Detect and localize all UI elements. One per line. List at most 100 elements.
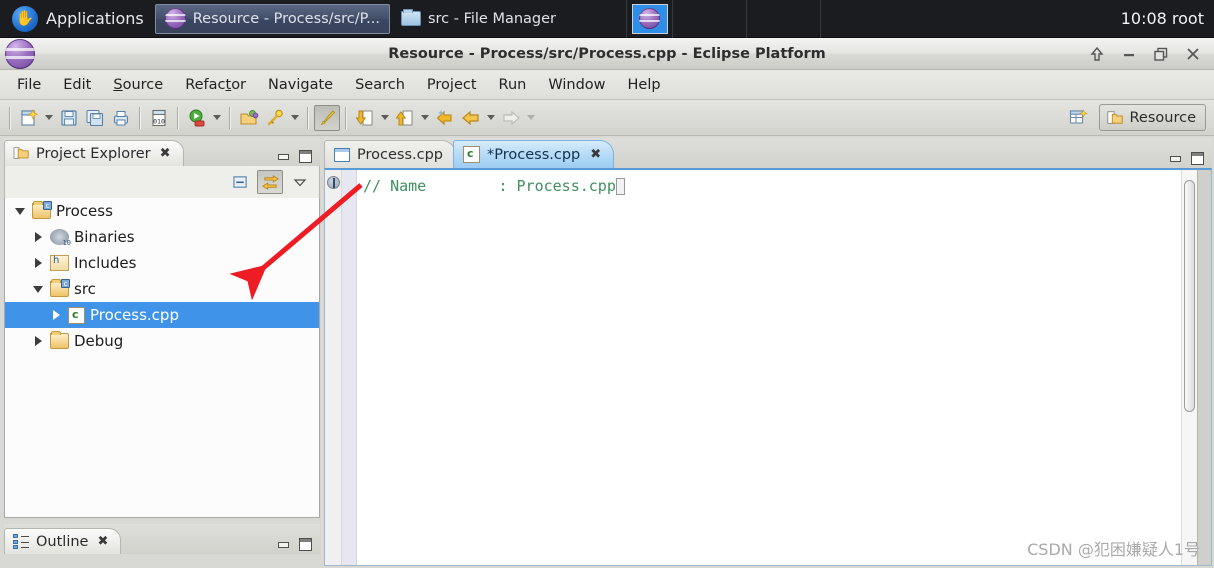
taskbar-window-eclipse[interactable]: Resource - Process/src/P... <box>154 3 390 34</box>
twisty-closed-icon[interactable] <box>49 310 63 320</box>
menu-navigate[interactable]: Navigate <box>259 74 342 96</box>
overview-ruler[interactable] <box>1197 170 1211 565</box>
outline-view: Outline ✖ <box>4 524 320 566</box>
menu-refactor[interactable]: Refactor <box>176 74 255 96</box>
chevron-down-icon[interactable] <box>287 170 313 194</box>
up-arrow-icon[interactable] <box>1088 45 1106 63</box>
save-icon[interactable] <box>56 105 82 131</box>
up-arrow-doc-dropdown-icon[interactable] <box>418 105 432 131</box>
down-arrow-doc-icon[interactable] <box>352 105 378 131</box>
collapse-all-icon[interactable] <box>227 170 253 194</box>
menu-run[interactable]: Run <box>490 74 536 96</box>
perspective-resource-button[interactable]: Resource <box>1098 104 1206 131</box>
close-icon[interactable]: ✖ <box>97 535 108 548</box>
minimize-icon[interactable] <box>1169 153 1182 164</box>
toolbar-separator <box>307 106 309 129</box>
twisty-closed-icon[interactable] <box>31 336 45 346</box>
taskbar-window-file-manager[interactable]: src - File Manager <box>392 4 565 34</box>
tree-item-includes[interactable]: Includes <box>5 250 319 276</box>
menu-file[interactable]: File <box>8 74 50 96</box>
open-perspective-icon[interactable] <box>1065 105 1091 131</box>
binaries-icon <box>50 229 71 247</box>
tree-item-src[interactable]: c src <box>5 276 319 302</box>
tree-item-label: Includes <box>74 254 137 272</box>
editor-folding-ruler[interactable] <box>342 170 357 565</box>
close-icon[interactable]: ✖ <box>160 147 171 160</box>
breakpoint-icon[interactable] <box>327 176 340 189</box>
toolbar-separator <box>229 106 231 129</box>
tree-item-debug[interactable]: Debug <box>5 328 319 354</box>
text-caret <box>615 177 625 195</box>
vertical-scrollbar[interactable] <box>1181 170 1197 565</box>
maximize-icon[interactable] <box>299 538 312 551</box>
tree-item-label: Binaries <box>74 228 135 246</box>
back-arrow-icon[interactable] <box>458 105 484 131</box>
taskbar-window-label: Resource - Process/src/P... <box>192 10 380 27</box>
clock-and-user: 10:08 root <box>1120 9 1204 28</box>
applications-label: Applications <box>46 9 144 28</box>
run-icon[interactable] <box>184 105 210 131</box>
up-arrow-doc-icon[interactable] <box>392 105 418 131</box>
scrollbar-thumb[interactable] <box>1184 180 1195 412</box>
minimize-icon[interactable] <box>277 151 290 162</box>
editor-tab-process-cpp[interactable]: *Process.cpp ✖ <box>453 140 615 168</box>
binary-010-icon[interactable]: 010 <box>146 105 172 131</box>
taskbar-pager-2[interactable] <box>747 0 822 38</box>
tree-item-binaries[interactable]: Binaries <box>5 224 319 250</box>
project-explorer-tree[interactable]: c Process Binaries Includes c src <box>4 198 320 518</box>
save-all-icon[interactable] <box>82 105 108 131</box>
project-explorer-toolbar <box>4 166 320 198</box>
editor-text[interactable]: // Name : Process.cpp <box>357 170 1181 565</box>
restore-icon[interactable] <box>1152 45 1170 63</box>
tab-outline[interactable]: Outline ✖ <box>4 528 122 554</box>
menu-help[interactable]: Help <box>619 74 670 96</box>
menu-project[interactable]: Project <box>418 74 486 96</box>
minimize-icon[interactable] <box>1120 45 1138 63</box>
menu-window[interactable]: Window <box>539 74 614 96</box>
down-arrow-doc-dropdown-icon[interactable] <box>378 105 392 131</box>
perspective-bar: Resource <box>1065 104 1214 131</box>
close-icon[interactable]: ✖ <box>590 148 601 161</box>
key-icon[interactable] <box>262 105 288 131</box>
toolbar-separator <box>177 106 179 129</box>
eclipse-window: Resource - Process/src/Process.cpp - Ecl… <box>0 38 1214 568</box>
run-dropdown-icon[interactable] <box>210 105 224 131</box>
maximize-icon[interactable] <box>299 150 312 163</box>
twisty-open-icon[interactable] <box>13 207 27 215</box>
new-file-icon[interactable] <box>16 105 42 131</box>
tree-item-process-cpp[interactable]: Process.cpp <box>5 302 319 328</box>
menu-edit[interactable]: Edit <box>54 74 100 96</box>
tree-item-process[interactable]: c Process <box>5 198 319 224</box>
tree-item-label: Process <box>56 202 113 220</box>
editor-window-controls <box>1169 152 1212 168</box>
key-dropdown-icon[interactable] <box>288 105 302 131</box>
menu-search[interactable]: Search <box>346 74 414 96</box>
paintbrush-icon[interactable] <box>314 104 340 131</box>
new-file-dropdown-icon[interactable] <box>42 105 56 131</box>
forward-arrow-icon[interactable] <box>498 105 524 131</box>
window-titlebar: Resource - Process/src/Process.cpp - Ecl… <box>0 38 1214 70</box>
menu-source[interactable]: Source <box>104 74 172 96</box>
applications-menu[interactable]: ✋ Applications <box>2 2 154 36</box>
source-editor[interactable]: // Name : Process.cpp <box>324 168 1212 566</box>
menubar: File Edit Source Refactor Navigate Searc… <box>0 70 1214 100</box>
close-icon[interactable] <box>1184 45 1202 63</box>
maximize-icon[interactable] <box>1191 152 1204 165</box>
minimize-icon[interactable] <box>277 539 290 550</box>
tray-eclipse-button[interactable] <box>631 3 668 34</box>
view-window-controls <box>277 150 320 166</box>
open-folder-icon[interactable] <box>236 105 262 131</box>
twisty-closed-icon[interactable] <box>31 232 45 242</box>
tab-project-explorer[interactable]: Project Explorer ✖ <box>4 140 184 166</box>
twisty-closed-icon[interactable] <box>31 258 45 268</box>
editor-marker-ruler[interactable] <box>325 170 342 565</box>
forward-dropdown-icon[interactable] <box>524 105 538 131</box>
view-window-controls <box>277 538 320 554</box>
twisty-open-icon[interactable] <box>31 285 45 293</box>
link-editor-icon[interactable] <box>257 170 283 194</box>
back-dropdown-icon[interactable] <box>484 105 498 131</box>
editor-tab-process-cpp-readonly[interactable]: Process.cpp <box>324 140 456 168</box>
taskbar-pager-1[interactable] <box>673 0 748 38</box>
back-star-icon[interactable] <box>432 105 458 131</box>
print-icon[interactable] <box>108 105 134 131</box>
